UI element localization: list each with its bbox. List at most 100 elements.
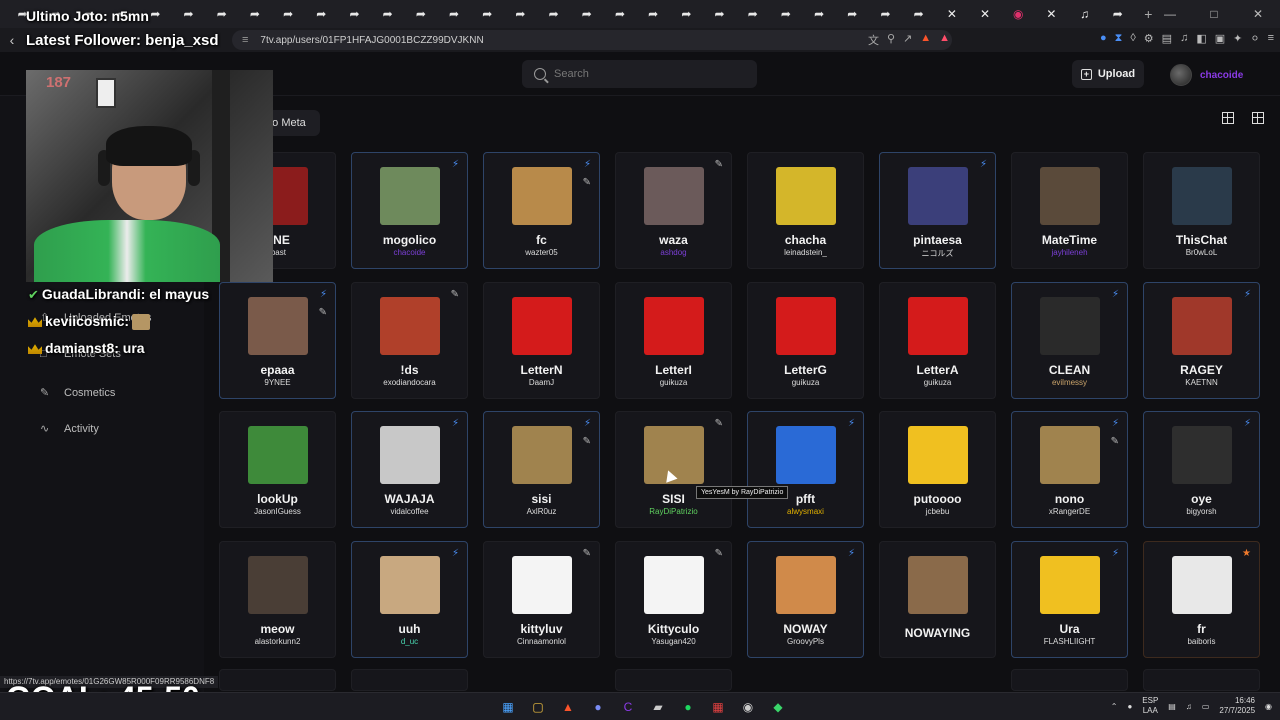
obs-icon[interactable]: ◉: [738, 697, 758, 717]
tray-overflow-icon[interactable]: ⌃: [1111, 702, 1118, 711]
sidebar-item-activity[interactable]: ∿ Activity: [40, 423, 99, 435]
grid-view-icon[interactable]: [1221, 111, 1234, 124]
extension-icon[interactable]: ◊: [1130, 32, 1135, 45]
browser-tab[interactable]: ➦: [703, 3, 736, 25]
share-icon[interactable]: ↗: [903, 32, 912, 48]
brave-rewards-icon[interactable]: ▲: [939, 32, 950, 48]
emote-card[interactable]: !ds exodiandocara ✎: [351, 282, 468, 399]
browser-tab[interactable]: ➦: [371, 3, 404, 25]
emote-card[interactable]: oye bigyorsh ⚡: [1143, 411, 1260, 528]
browser-tab[interactable]: ➦: [1101, 3, 1134, 25]
sidebar-item-cosmetics[interactable]: ✎ Cosmetics: [40, 387, 115, 399]
emote-card[interactable]: Kittyculo Yasugan420 ✎: [615, 541, 732, 658]
emote-card[interactable]: [615, 669, 732, 691]
menu-icon[interactable]: ≡: [1268, 32, 1274, 45]
emote-card[interactable]: epaaa 9YNEE ⚡ ✎: [219, 282, 336, 399]
emote-card[interactable]: [351, 669, 468, 691]
brave-icon[interactable]: ▲: [558, 697, 578, 717]
emote-card[interactable]: chacha leinadstein_: [747, 152, 864, 269]
browser-tab[interactable]: ➦: [404, 3, 437, 25]
emote-card[interactable]: LetterA guikuza: [879, 282, 996, 399]
browser-tab[interactable]: ✕: [935, 3, 968, 25]
sidebar-icon[interactable]: ◧: [1196, 32, 1206, 45]
minimize-icon[interactable]: —: [1148, 0, 1192, 28]
media-icon[interactable]: ♫: [1180, 32, 1188, 45]
app-icon[interactable]: ◆: [768, 697, 788, 717]
close-icon[interactable]: ✕: [1236, 0, 1280, 28]
browser-tab[interactable]: ✕: [968, 3, 1001, 25]
emote-card[interactable]: pintaesa ニコルズ ⚡: [879, 152, 996, 269]
extension-icon[interactable]: ⧗: [1115, 32, 1123, 45]
emote-card[interactable]: pfft alwysmaxi ⚡: [747, 411, 864, 528]
emote-card[interactable]: NOWAY GroovyPls ⚡: [747, 541, 864, 658]
reader-icon[interactable]: ▤: [1162, 32, 1172, 45]
url-field[interactable]: ≡ 7tv.app/users/01FP1HFAJG0001BCZZ99DVJK…: [232, 30, 952, 50]
back-icon[interactable]: ‹: [0, 32, 24, 48]
emote-card[interactable]: ThisChat Br0wLoL: [1143, 152, 1260, 269]
leo-icon[interactable]: ✦: [1233, 32, 1242, 45]
clock[interactable]: 16:46 27/7/2025: [1219, 696, 1255, 716]
browser-tab[interactable]: ➦: [205, 3, 238, 25]
zoom-icon[interactable]: ⚲: [887, 32, 895, 48]
browser-tab[interactable]: ➦: [736, 3, 769, 25]
terminal-icon[interactable]: ▰: [648, 697, 668, 717]
browser-tab[interactable]: ➦: [338, 3, 371, 25]
browser-tab[interactable]: ➦: [471, 3, 504, 25]
browser-tab[interactable]: ➦: [238, 3, 271, 25]
browser-tab[interactable]: ➦: [869, 3, 902, 25]
wallet-icon[interactable]: ▣: [1215, 32, 1225, 45]
emote-card[interactable]: mogolico chacoide ⚡: [351, 152, 468, 269]
emote-card[interactable]: [1143, 669, 1260, 691]
emote-card[interactable]: nono xRangerDE ⚡ ✎: [1011, 411, 1128, 528]
network-icon[interactable]: ▤: [1168, 702, 1176, 711]
browser-tab[interactable]: ➦: [603, 3, 636, 25]
user-menu[interactable]: chacoide: [1170, 64, 1243, 86]
calculator-icon[interactable]: ▦: [708, 697, 728, 717]
emote-card[interactable]: [219, 669, 336, 691]
emote-card[interactable]: MateTime jayhileneh: [1011, 152, 1128, 269]
browser-tab[interactable]: ➦: [504, 3, 537, 25]
site-settings-icon[interactable]: ≡: [242, 34, 248, 46]
emote-card[interactable]: LetterN DaamJ: [483, 282, 600, 399]
browser-tab[interactable]: ➦: [305, 3, 338, 25]
maximize-icon[interactable]: □: [1192, 0, 1236, 28]
browser-tab[interactable]: ➦: [902, 3, 935, 25]
emote-card[interactable]: lookUp JasonIGuess: [219, 411, 336, 528]
emote-card[interactable]: Ura FLASHLIIGHT ⚡: [1011, 541, 1128, 658]
emote-card[interactable]: NOWAYING: [879, 541, 996, 658]
compact-grid-view-icon[interactable]: [1251, 111, 1264, 124]
spotify-icon[interactable]: ●: [678, 697, 698, 717]
search-input[interactable]: Search: [522, 60, 757, 88]
emote-card[interactable]: uuh d_uc ⚡: [351, 541, 468, 658]
translate-icon[interactable]: 文: [868, 32, 879, 48]
emote-card[interactable]: sisi AxlR0uz ⚡ ✎: [483, 411, 600, 528]
battery-icon[interactable]: ▭: [1202, 702, 1210, 711]
microphone-icon[interactable]: ●: [1127, 702, 1132, 711]
emote-card[interactable]: WAJAJA vidalcoffee ⚡: [351, 411, 468, 528]
upload-button[interactable]: + Upload: [1072, 60, 1144, 88]
emote-card[interactable]: kittyluv Cinnaamonlol ✎: [483, 541, 600, 658]
emote-card[interactable]: LetterG guikuza: [747, 282, 864, 399]
browser-tab[interactable]: ➦: [570, 3, 603, 25]
vpn-icon[interactable]: ⚪: [1250, 32, 1259, 45]
brave-shields-icon[interactable]: ▲: [920, 32, 931, 48]
emote-card[interactable]: waza ashdog ✎: [615, 152, 732, 269]
browser-tab[interactable]: ➦: [437, 3, 470, 25]
emote-card[interactable]: LetterI guikuza: [615, 282, 732, 399]
emote-card[interactable]: fr baiboris ★: [1143, 541, 1260, 658]
extension-icon[interactable]: ●: [1100, 32, 1107, 45]
extensions-icon[interactable]: ⚙: [1144, 32, 1154, 45]
browser-tab[interactable]: ➦: [537, 3, 570, 25]
browser-tab[interactable]: ➦: [803, 3, 836, 25]
volume-icon[interactable]: ♫: [1186, 702, 1192, 711]
browser-tab[interactable]: ◉: [1002, 3, 1035, 25]
emote-card[interactable]: fc wazter05 ⚡ ✎: [483, 152, 600, 269]
emote-card[interactable]: meow alastorkunn2: [219, 541, 336, 658]
emote-card[interactable]: CLEAN evilmessy ⚡: [1011, 282, 1128, 399]
browser-tab[interactable]: ➦: [769, 3, 802, 25]
browser-tab[interactable]: ♫: [1068, 3, 1101, 25]
language-indicator[interactable]: ESP LAA: [1142, 696, 1158, 716]
browser-tab[interactable]: ➦: [272, 3, 305, 25]
discord-icon[interactable]: ●: [588, 697, 608, 717]
browser-tab[interactable]: ➦: [637, 3, 670, 25]
